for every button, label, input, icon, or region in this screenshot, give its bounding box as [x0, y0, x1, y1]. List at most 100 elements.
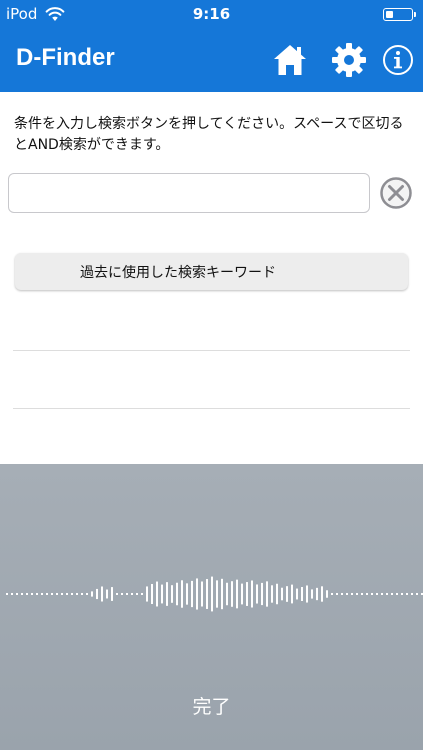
dictation-panel: 完了 — [0, 464, 423, 750]
waveform-bar — [236, 579, 238, 609]
waveform-bar — [101, 586, 103, 602]
waveform-bar — [286, 586, 288, 602]
waveform-bar — [296, 588, 298, 600]
waveform-bar — [36, 593, 38, 595]
waveform-bar — [121, 593, 123, 595]
waveform-bar — [106, 589, 108, 599]
waveform-bar — [151, 583, 153, 605]
waveform-bar — [371, 593, 373, 595]
waveform-bar — [16, 593, 18, 595]
waveform-bar — [56, 593, 58, 595]
waveform-bar — [96, 588, 98, 600]
waveform-bar — [386, 593, 388, 595]
waveform-bar — [411, 593, 413, 595]
search-history-button[interactable]: 過去に使用した検索キーワード — [15, 253, 408, 290]
waveform-bar — [66, 593, 68, 595]
waveform-bar — [141, 593, 143, 595]
waveform-bar — [161, 584, 163, 604]
waveform-bar — [241, 583, 243, 605]
waveform-bar — [81, 593, 83, 595]
status-time: 9:16 — [192, 5, 231, 23]
waveform-bar — [46, 593, 48, 595]
info-icon[interactable] — [382, 44, 414, 76]
waveform-bar — [206, 579, 208, 609]
search-history-label: 過去に使用した検索キーワード — [80, 264, 276, 281]
waveform-bar — [316, 587, 318, 601]
waveform-bar — [251, 580, 253, 608]
waveform-bar — [86, 593, 88, 595]
app-title: D-Finder — [16, 44, 115, 71]
dictation-waveform — [6, 576, 423, 612]
waveform-bar — [171, 585, 173, 603]
waveform-bar — [126, 593, 128, 595]
waveform-bar — [111, 587, 113, 601]
waveform-bar — [361, 593, 363, 595]
waveform-bar — [211, 576, 213, 612]
waveform-bar — [291, 584, 293, 604]
search-instruction: 条件を入力し検索ボタンを押してください。スペースで区切るとAND検索ができます。 — [14, 116, 404, 153]
waveform-bar — [26, 593, 28, 595]
waveform-bar — [76, 593, 78, 595]
waveform-bar — [196, 578, 198, 610]
waveform-bar — [11, 593, 13, 595]
waveform-bar — [181, 580, 183, 608]
app-screen: iPod 9:16 D-Finder 条件を入力し検索ボタンを押してください。ス… — [0, 0, 423, 750]
waveform-bar — [376, 593, 378, 595]
waveform-bar — [271, 585, 273, 603]
waveform-bar — [166, 582, 168, 606]
waveform-bar — [246, 582, 248, 606]
waveform-bar — [41, 593, 43, 595]
home-icon[interactable] — [272, 42, 308, 78]
waveform-bar — [51, 593, 53, 595]
waveform-bar — [351, 593, 353, 595]
waveform-bar — [146, 586, 148, 602]
waveform-bar — [216, 580, 218, 608]
waveform-bar — [31, 593, 33, 595]
waveform-bar — [311, 589, 313, 599]
waveform-bar — [256, 584, 258, 604]
waveform-bar — [346, 593, 348, 595]
waveform-bar — [356, 593, 358, 595]
status-bar: iPod 9:16 — [0, 0, 423, 28]
waveform-bar — [396, 593, 398, 595]
history-list-divider — [13, 350, 410, 351]
waveform-bar — [261, 582, 263, 606]
battery-icon — [383, 8, 416, 21]
waveform-bar — [406, 593, 408, 595]
waveform-bar — [191, 580, 193, 608]
clear-icon — [380, 177, 412, 209]
history-list-divider — [13, 408, 410, 409]
dictation-done-button[interactable]: 完了 — [0, 692, 423, 719]
waveform-bar — [21, 593, 23, 595]
gear-icon[interactable] — [331, 42, 367, 78]
waveform-bar — [186, 583, 188, 605]
waveform-bar — [156, 581, 158, 607]
battery-level-fill — [386, 11, 393, 18]
waveform-bar — [366, 593, 368, 595]
waveform-bar — [416, 593, 418, 595]
waveform-bar — [136, 593, 138, 595]
waveform-bar — [71, 593, 73, 595]
clear-search-button[interactable] — [379, 176, 413, 210]
waveform-bar — [231, 581, 233, 607]
waveform-bar — [336, 593, 338, 595]
waveform-bar — [321, 586, 323, 602]
search-input[interactable] — [8, 173, 370, 213]
waveform-bar — [281, 587, 283, 601]
waveform-bar — [326, 590, 328, 598]
waveform-bar — [226, 582, 228, 606]
waveform-bar — [116, 593, 118, 595]
waveform-bar — [176, 582, 178, 606]
waveform-bar — [331, 593, 333, 595]
waveform-bar — [306, 585, 308, 603]
waveform-bar — [221, 578, 223, 610]
waveform-bar — [391, 593, 393, 595]
waveform-bar — [381, 593, 383, 595]
waveform-bar — [266, 581, 268, 607]
waveform-bar — [61, 593, 63, 595]
nav-bar: D-Finder — [0, 28, 423, 92]
waveform-bar — [401, 593, 403, 595]
waveform-bar — [301, 587, 303, 601]
waveform-bar — [276, 583, 278, 605]
waveform-bar — [341, 593, 343, 595]
